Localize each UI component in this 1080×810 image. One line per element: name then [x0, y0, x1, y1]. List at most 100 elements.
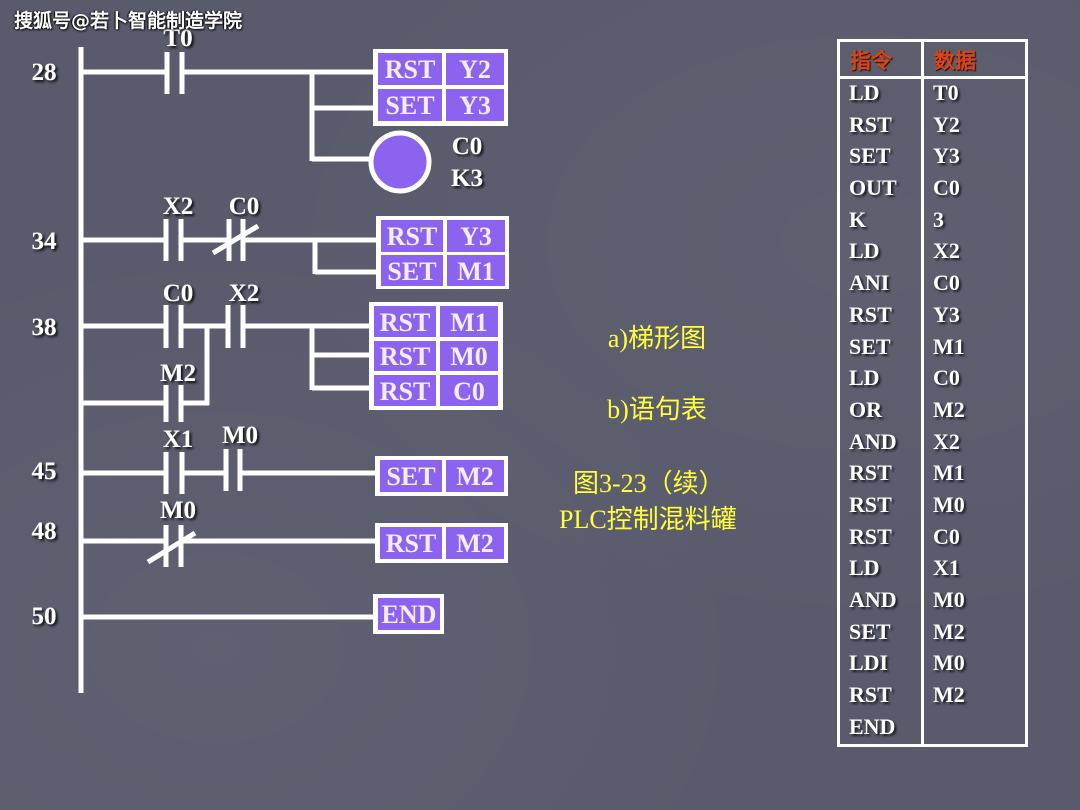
- contact-label: M2: [160, 360, 196, 387]
- instruction-cell: SET: [849, 618, 891, 644]
- contact-no-x1: X1: [163, 426, 194, 494]
- operand-text: M1: [450, 308, 488, 337]
- instruction-text: RST: [385, 55, 436, 84]
- contact-label: C0: [163, 280, 194, 307]
- instruction-cell: K: [849, 206, 867, 232]
- step-number: 48: [32, 518, 57, 545]
- normally-closed-slash: [146, 530, 197, 565]
- table-row: AND M0: [840, 584, 1025, 616]
- data-cell: 3: [933, 206, 944, 232]
- instruction-cell: RST: [849, 111, 892, 137]
- instruction-text: RST: [380, 377, 431, 406]
- table-row: RST M0: [840, 489, 1025, 521]
- output-block: RST Y3 SET M1: [376, 216, 509, 289]
- instruction-cell: RST: [849, 460, 892, 486]
- instruction-text: RST: [380, 342, 431, 371]
- contact-no-m0: M0: [222, 422, 258, 491]
- operand-text: M1: [457, 257, 495, 286]
- instruction-table: 指令 数据 LD T0 RST Y2 SET Y3 OUT C0 K3 LD X2 ANI…: [837, 39, 1028, 747]
- watermark: 搜狐号@若卜智能制造学院: [14, 10, 243, 32]
- contact-label: M0: [160, 497, 196, 524]
- data-cell: T0: [933, 80, 959, 105]
- contact-no-t0: T0: [163, 25, 193, 94]
- table-row: END: [840, 711, 1025, 743]
- table-row: SET M2: [840, 616, 1025, 648]
- data-cell: X2: [933, 428, 960, 454]
- instruction-cell: AND: [849, 587, 897, 612]
- contact-label: X1: [163, 426, 194, 453]
- header-data: 数据: [934, 49, 976, 73]
- table-row: LD X1: [840, 552, 1025, 584]
- output-block: RST M2: [375, 523, 508, 563]
- data-cell: C0: [933, 365, 960, 391]
- instruction-cell: RST: [849, 491, 892, 517]
- data-cell: M1: [933, 333, 965, 359]
- instruction-text: RST: [387, 222, 438, 251]
- instruction-text: SET: [385, 91, 434, 120]
- table-row: SET M1: [840, 331, 1025, 363]
- statement-caption: b)语句表: [607, 395, 707, 424]
- table-row: RST M1: [840, 457, 1025, 489]
- step-number: 38: [32, 314, 57, 341]
- operand-text: Y3: [459, 91, 491, 120]
- table-row: LD T0: [840, 77, 1025, 109]
- rung-48: 48 M0 RST M2: [32, 497, 508, 567]
- output-block: END: [373, 594, 444, 634]
- instruction-cell: ANI: [849, 270, 890, 296]
- ladder-caption: a)梯形图: [608, 324, 706, 353]
- header-instruction: 指令: [850, 49, 892, 73]
- contact-label: X2: [163, 193, 194, 220]
- table-body: LD T0 RST Y2 SET Y3 OUT C0 K3 LD X2 ANI C0 RST…: [840, 77, 1025, 742]
- instruction-cell: OR: [849, 396, 882, 422]
- data-cell: Y3: [933, 143, 960, 169]
- output-block: RST Y2 SET Y3: [373, 49, 508, 126]
- instruction-cell: LD: [849, 238, 880, 264]
- rung-28: 28 T0 RST Y2 SET Y3 C0 K3: [32, 25, 508, 194]
- instruction-text: SET: [387, 257, 436, 286]
- instruction-cell: RST: [849, 523, 892, 549]
- instruction-cell: SET: [849, 333, 891, 359]
- rung-50: 50 END: [32, 594, 444, 634]
- data-cell: X1: [933, 555, 960, 581]
- instruction-cell: SET: [849, 143, 891, 169]
- contact-label: C0: [229, 193, 260, 220]
- coil-device: C0: [452, 133, 483, 160]
- step-number: 45: [32, 458, 57, 485]
- rung-34: 34 X2 C0 RST Y3 SET M1: [32, 193, 509, 289]
- contact-no-c0: C0: [163, 280, 194, 348]
- data-cell: C0: [933, 270, 960, 296]
- data-cell: M0: [933, 491, 965, 517]
- instruction-text: RST: [386, 529, 437, 558]
- data-cell: M1: [933, 460, 965, 486]
- operand-text: M2: [456, 462, 494, 491]
- table-row: LD C0: [840, 362, 1025, 394]
- operand-text: Y3: [460, 222, 492, 251]
- rung-38: 38 C0 X2 M2 RST M1 RST M0 RST C0: [32, 280, 503, 422]
- counter-coil: C0 K3: [368, 130, 483, 194]
- data-cell: M0: [933, 650, 965, 676]
- instruction-text: SET: [386, 462, 435, 491]
- table-row: OUT C0: [840, 172, 1025, 204]
- instruction-cell: RST: [849, 682, 892, 708]
- table-row: RST C0: [840, 521, 1025, 553]
- step-number: 28: [32, 59, 57, 86]
- table-row: AND X2: [840, 426, 1025, 458]
- instruction-cell: AND: [849, 428, 897, 454]
- contact-label: M0: [222, 422, 258, 449]
- coil-preset: K3: [451, 165, 483, 192]
- end-instruction-text: END: [382, 600, 437, 629]
- operand-text: Y2: [459, 55, 491, 84]
- data-cell: M0: [933, 587, 965, 612]
- contact-nc-c0: C0: [211, 193, 260, 261]
- table-row: LD X2: [840, 235, 1025, 267]
- table-row: LDI M0: [840, 647, 1025, 679]
- contact-no-x2: X2: [225, 280, 260, 348]
- table-header: 指令 数据: [840, 42, 1025, 79]
- contact-label: X2: [229, 280, 260, 307]
- instruction-cell: LD: [849, 555, 880, 581]
- data-cell: C0: [933, 175, 960, 201]
- table-row: OR M2: [840, 394, 1025, 426]
- figure-number: 图3-23（续）: [573, 469, 725, 498]
- instruction-cell: LDI: [849, 650, 889, 676]
- table-row: RST Y3: [840, 299, 1025, 331]
